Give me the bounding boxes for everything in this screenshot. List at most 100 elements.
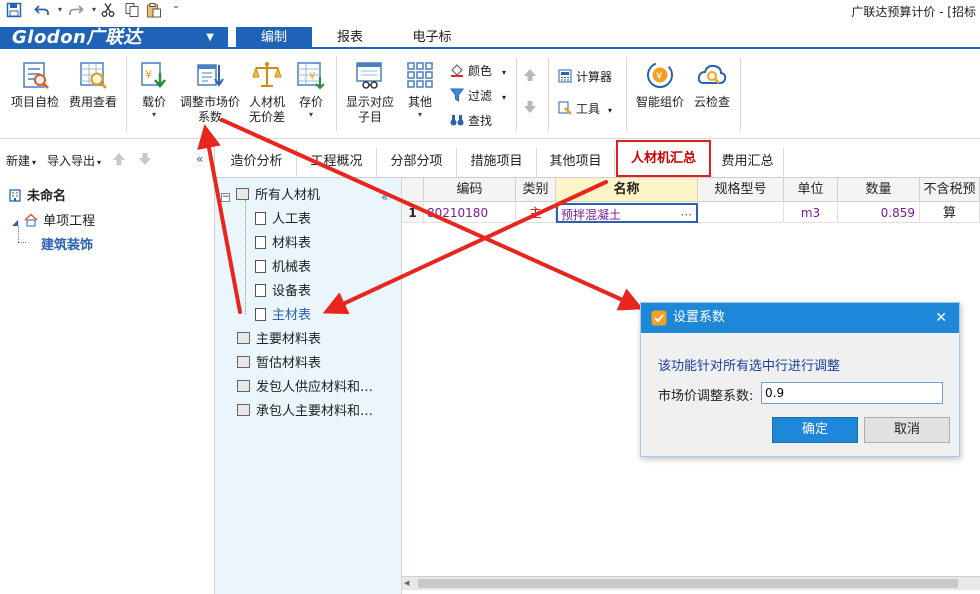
import-export-button[interactable]: 导入导出 ▾ [47,152,101,169]
all-materials-icon [236,188,249,200]
column-header-category[interactable]: 类别 [516,178,556,202]
tab-sub-items[interactable]: 分部分项 [377,148,457,178]
tree-unit-project[interactable]: 建筑装饰 [41,234,93,253]
save-icon[interactable] [6,2,22,18]
column-header-unit[interactable]: 单位 [784,178,838,202]
tree-single-project-label: 单项工程 [43,214,96,229]
cut-icon[interactable] [100,2,116,18]
calculator-icon [558,69,572,83]
column-header-name[interactable]: 名称 [556,178,698,202]
collapse-navigator-icon[interactable]: « [196,152,203,166]
app-menu-chevron-icon: ▼ [206,32,214,43]
tree-single-project[interactable]: ◢ 单项工程 [12,210,95,229]
category-contractor-main[interactable]: 承包人主要材料和… [237,400,373,419]
window-title: 广联达预算计价 - [招标 [851,5,976,19]
tree-root[interactable]: 未命名 [8,185,66,204]
cell-quantity[interactable]: 0.859 [838,203,920,223]
category-equipment[interactable]: 设备表 [255,280,311,299]
undo-icon[interactable] [34,2,50,18]
project-check-button[interactable]: 项目自检 [8,59,62,110]
tab-e-bid[interactable]: 电子标 [388,27,476,49]
tab-reports[interactable]: 报表 [312,27,388,49]
move-down-icon[interactable] [522,99,538,119]
cell-code[interactable]: 80210180 [424,203,516,223]
undo-dropdown-icon[interactable]: ▾ [52,2,68,18]
load-price-icon: ¥ [138,59,170,91]
horizontal-scrollbar[interactable]: ◀ [402,576,980,590]
category-machine[interactable]: 机械表 [255,256,311,275]
tab-edit[interactable]: 编制 [236,27,312,49]
adjust-market-price-button[interactable]: 调整市场价 系数 [178,59,242,125]
new-button[interactable]: 新建 ▾ [6,152,36,169]
category-equipment-label: 设备表 [272,284,312,299]
redo-icon[interactable] [68,2,84,18]
brand-logo: Glodon广联达 [12,27,142,48]
filter-dropdown-icon: ▾ [502,93,507,102]
ok-button[interactable]: 确定 [772,417,858,443]
ribbon-separator [548,57,549,131]
paste-icon[interactable] [146,2,162,18]
cell-price[interactable] [920,203,980,223]
color-button[interactable]: 颜色 ▾ [450,61,506,81]
document-icon [255,260,266,273]
svg-text:¥: ¥ [656,71,662,82]
category-all[interactable]: − 所有人材机 [221,184,320,203]
category-provisional-material[interactable]: 暂估材料表 [237,352,321,371]
customize-dropdown-icon[interactable]: ⁼ [168,2,184,18]
tab-project-overview[interactable]: 工程概况 [297,148,377,178]
find-button[interactable]: 查找 [450,111,492,131]
other-label: 其他 [407,95,432,109]
category-material[interactable]: 材料表 [255,232,311,251]
tools-button[interactable]: 工具 ▾ [558,99,612,119]
home-icon [24,213,43,229]
ribbon-separator [626,57,627,131]
cloud-check-button[interactable]: 云检查 [690,59,734,110]
other-button[interactable]: 其他 ▾ [402,59,438,120]
binoculars-icon [450,113,464,127]
tab-cost-analysis[interactable]: 造价分析 [217,148,297,178]
move-up-icon[interactable] [522,67,538,87]
filter-button[interactable]: 过滤 ▾ [450,86,506,106]
cost-view-button[interactable]: 费用查看 [66,59,120,110]
dialog-close-icon[interactable]: ✕ [935,303,947,333]
row-index[interactable]: 1 [402,203,424,223]
category-owner-supply[interactable]: 发包人供应材料和… [237,376,373,395]
cell-unit[interactable]: m3 [784,203,838,223]
tab-labor-material-summary[interactable]: 人材机汇总 [616,140,711,177]
cancel-button[interactable]: 取消 [864,417,950,443]
adjust-market-price-label-1: 调整市场价 [179,95,240,109]
new-label: 新建 [6,154,31,168]
cell-spec[interactable] [698,203,784,223]
category-contractor-main-label: 承包人主要材料和… [256,404,374,419]
smart-price-button[interactable]: ¥ 智能组价 [632,59,688,110]
app-menu-button[interactable]: Glodon广联达 ▼ [0,27,228,49]
column-header-code[interactable]: 编码 [424,178,516,202]
scrollbar-thumb[interactable] [418,579,958,588]
category-key-material[interactable]: 主要材料表 [237,328,321,347]
column-header-spec[interactable]: 规格型号 [698,178,784,202]
category-main-material[interactable]: 主材表 [255,304,311,323]
column-header-price[interactable]: 不含税预算 [920,178,980,221]
load-price-button[interactable]: ¥ 载价 ▾ [132,59,176,120]
coefficient-input[interactable] [761,382,943,404]
tab-measures[interactable]: 措施项目 [457,148,537,178]
show-sub-items-button[interactable]: 显示对应 子目 [342,59,398,125]
store-price-label: 存价 [298,95,323,109]
cell-name[interactable]: 预拌混凝土 ··· [556,203,698,223]
nav-up-icon[interactable] [112,152,126,169]
collapse-category-icon[interactable]: « [381,190,388,204]
no-price-diff-button[interactable]: 人材机 无价差 [244,59,290,125]
category-labor[interactable]: 人工表 [255,208,311,227]
calculator-button[interactable]: 计算器 [558,67,612,87]
svg-text:¥: ¥ [145,68,152,81]
tab-fee-summary[interactable]: 费用汇总 [712,148,784,178]
nav-down-icon[interactable] [138,152,152,169]
tab-other-items[interactable]: 其他项目 [537,148,615,178]
copy-icon[interactable] [124,2,140,18]
store-price-button[interactable]: ¥ 存价 ▾ [292,59,330,120]
scroll-left-icon[interactable]: ◀ [404,579,412,588]
load-price-label: 载价 [141,95,166,109]
cell-category[interactable]: 主 [516,203,556,223]
column-header-quantity[interactable]: 数量 [838,178,920,202]
cell-ellipsis-button[interactable]: ··· [681,205,692,221]
